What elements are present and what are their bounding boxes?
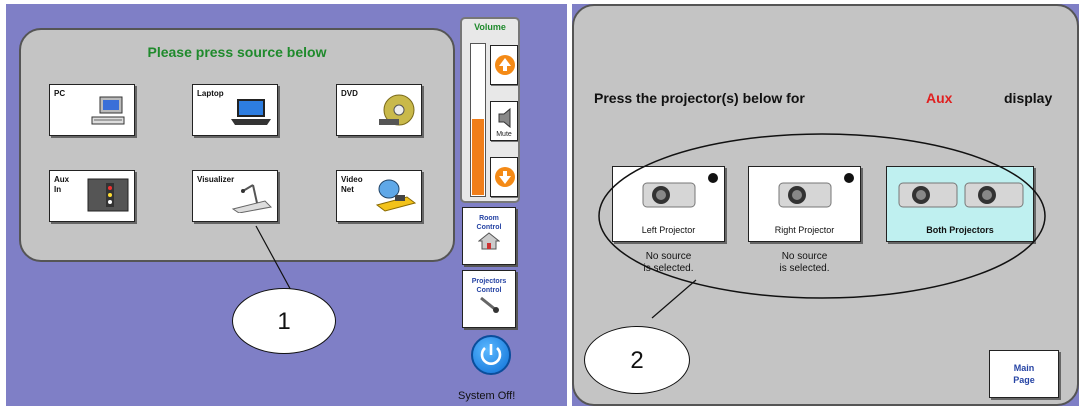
projector-label: Both Projectors — [926, 225, 994, 235]
system-off-label: System Off! — [458, 390, 516, 402]
source-button-aux-in[interactable]: Aux In — [49, 170, 135, 222]
left-projector-status: No source is selected. — [643, 251, 694, 274]
source-label: Aux In — [54, 175, 70, 194]
source-button-laptop[interactable]: Laptop — [192, 84, 278, 136]
aux-in-icon — [86, 177, 130, 218]
projector-heading-suffix: display — [1004, 90, 1053, 106]
pc-icon — [90, 95, 130, 132]
power-icon — [473, 344, 509, 377]
projector-label: Right Projector — [774, 225, 835, 235]
source-label: Laptop — [197, 89, 224, 98]
video-net-icon — [371, 177, 417, 218]
source-label: PC — [54, 89, 66, 98]
callout-1: 1 — [232, 288, 336, 354]
selected-source-name: Aux — [926, 90, 953, 106]
projectors-control-label: Projectors Control — [471, 278, 507, 294]
laptop-icon — [229, 97, 273, 132]
system-off-button[interactable] — [471, 335, 511, 375]
volume-down-button[interactable] — [490, 157, 518, 197]
right-projector-status: No source is selected. — [779, 251, 830, 274]
projector-heading: Press the projector(s) below for Aux dis… — [594, 90, 1052, 106]
source-panel-title: Please press source below — [147, 44, 327, 60]
source-panel: Please press source below PC Laptop DVD … — [19, 28, 455, 262]
projector-selection-screen: Press the projector(s) below for Aux dis… — [572, 4, 1079, 406]
visualizer-icon — [229, 179, 273, 218]
house-icon — [477, 232, 501, 254]
both-projectors-button[interactable]: Both Projectors — [886, 166, 1034, 242]
source-button-pc[interactable]: PC — [49, 84, 135, 136]
source-button-dvd[interactable]: DVD — [336, 84, 422, 136]
volume-level-bar[interactable] — [470, 43, 486, 197]
volume-up-button[interactable] — [490, 45, 518, 85]
main-page-button[interactable]: Main Page — [989, 350, 1059, 398]
source-selection-screen: Please press source below PC Laptop DVD … — [6, 4, 567, 406]
volume-title: Volume — [474, 22, 506, 32]
projector-heading-text: Press the projector(s) below for — [594, 90, 805, 106]
volume-level-fill — [472, 119, 484, 195]
left-projector-button[interactable]: Left Projector — [612, 166, 725, 242]
mute-label: Mute — [496, 131, 512, 138]
source-button-video-net[interactable]: Video Net — [336, 170, 422, 222]
source-button-visualizer[interactable]: Visualizer — [192, 170, 278, 222]
right-projector-button[interactable]: Right Projector — [748, 166, 861, 242]
volume-up-icon — [491, 55, 519, 88]
mute-button[interactable]: Mute — [490, 101, 518, 141]
volume-panel: Volume Mute — [460, 17, 520, 203]
volume-down-icon — [491, 167, 519, 200]
room-control-button[interactable]: Room Control — [462, 207, 516, 265]
source-label: DVD — [341, 89, 358, 98]
callout-2: 2 — [584, 326, 690, 394]
wrench-icon — [478, 296, 500, 317]
room-control-label: Room Control — [476, 215, 502, 231]
dvd-icon — [377, 93, 417, 132]
projectors-control-button[interactable]: Projectors Control — [462, 270, 516, 328]
projector-label: Left Projector — [641, 225, 696, 235]
source-label: Video Net — [341, 175, 363, 194]
